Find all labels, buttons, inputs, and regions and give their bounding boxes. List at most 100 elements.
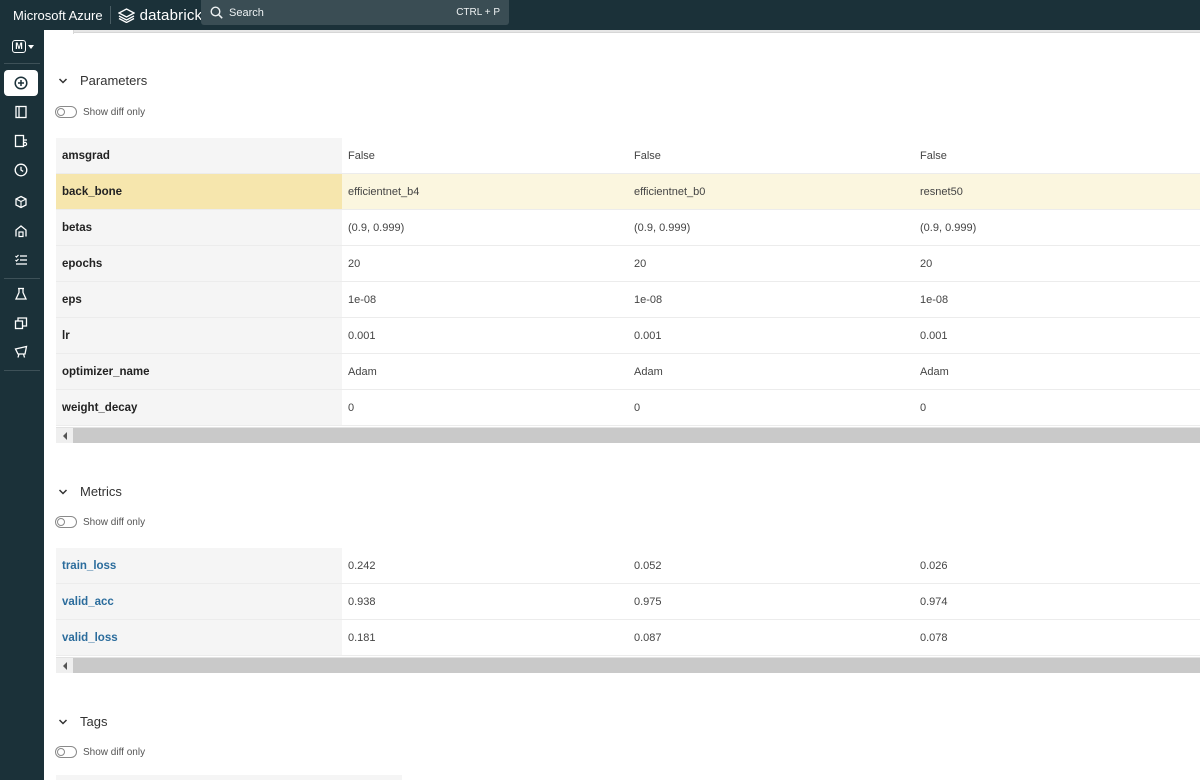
sidebar-item-data[interactable] xyxy=(4,189,38,215)
run-value-cell: 0.242 xyxy=(348,559,376,572)
main-content: Parameters Show diff only amsgrad False Fa… xyxy=(44,30,1200,780)
sidebar-item-experiments[interactable] xyxy=(4,281,38,307)
switch-knob xyxy=(57,748,65,756)
search-shortcut-hint: CTRL + P xyxy=(456,7,500,18)
sidebar-item-repos[interactable] xyxy=(4,128,38,154)
run-value-cell: resnet50 xyxy=(920,185,963,198)
tags-section-toggle[interactable]: Tags xyxy=(58,714,107,729)
metrics-horizontal-scrollbar[interactable] xyxy=(56,657,1200,673)
azure-brand-label[interactable]: Microsoft Azure xyxy=(13,8,103,23)
run-value-cell: efficientnet_b4 xyxy=(348,185,420,198)
tags-diff-label: Show diff only xyxy=(83,746,146,758)
run-value-cell: 0.001 xyxy=(634,329,662,342)
metric-key-link[interactable]: train_loss xyxy=(56,548,342,583)
arrow-left-icon xyxy=(62,431,67,440)
table-row: weight_decay 0 0 0 xyxy=(56,390,1200,426)
run-value-cell: 0 xyxy=(920,401,927,414)
run-value-cell: Adam xyxy=(920,365,949,378)
sidebar-divider xyxy=(4,63,40,64)
run-value-cell: 0.078 xyxy=(920,631,948,644)
run-value-cell: 0.026 xyxy=(920,559,948,572)
previous-table-edge xyxy=(45,30,74,34)
run-value-cell: False xyxy=(634,149,661,162)
run-value-cell: 0.974 xyxy=(920,595,948,608)
table-row: optimizer_name Adam Adam Adam xyxy=(56,354,1200,390)
metrics-title: Metrics xyxy=(80,484,122,499)
feature-store-icon xyxy=(14,317,28,330)
search-bar[interactable]: CTRL + P xyxy=(201,0,509,25)
param-key-cell: betas xyxy=(56,210,342,245)
databricks-logo[interactable]: databricks xyxy=(117,7,210,24)
table-row: eps 1e-08 1e-08 1e-08 xyxy=(56,282,1200,318)
chevron-down-icon xyxy=(28,44,34,49)
tags-diff-toggle-row[interactable]: Show diff only xyxy=(55,746,145,758)
sidebar-divider xyxy=(4,370,40,371)
plus-circle-icon xyxy=(14,76,28,90)
table-row: lr 0.001 0.001 0.001 xyxy=(56,318,1200,354)
metrics-diff-switch[interactable] xyxy=(55,516,77,528)
data-icon xyxy=(15,195,27,209)
run-value-cell: 20 xyxy=(920,257,933,270)
param-key-cell: epochs xyxy=(56,246,342,281)
sidebar-item-models[interactable] xyxy=(4,339,38,365)
sidebar-item-recents[interactable] xyxy=(4,157,38,183)
scroll-left-button[interactable] xyxy=(56,428,73,443)
notebook-icon xyxy=(15,105,27,119)
metrics-section-toggle[interactable]: Metrics xyxy=(58,484,122,499)
table-row: valid_acc 0.938 0.975 0.974 xyxy=(56,584,1200,620)
metric-key-link[interactable]: valid_acc xyxy=(56,584,342,619)
sidebar-item-new[interactable] xyxy=(4,70,38,96)
parameters-diff-switch[interactable] xyxy=(55,106,77,118)
repo-icon xyxy=(14,134,28,148)
sidebar-item-workflows[interactable] xyxy=(4,247,38,273)
parameters-diff-toggle-row[interactable]: Show diff only xyxy=(55,106,145,118)
run-value-cell: 1e-08 xyxy=(634,293,663,306)
run-value-cell: 0.087 xyxy=(634,631,662,644)
run-value-cell: Adam xyxy=(634,365,663,378)
table-row: amsgrad False False False xyxy=(56,138,1200,174)
parameters-title: Parameters xyxy=(80,73,148,88)
parameters-horizontal-scrollbar[interactable] xyxy=(56,427,1200,443)
sidebar-item-workspace[interactable] xyxy=(4,99,38,125)
metric-key-link[interactable]: valid_loss xyxy=(56,620,342,655)
parameters-diff-label: Show diff only xyxy=(83,106,146,118)
tags-table-top xyxy=(56,775,402,780)
param-key-cell: weight_decay xyxy=(56,390,342,425)
top-bar: Microsoft Azure databricks CTRL + P xyxy=(0,0,1200,30)
chevron-down-icon xyxy=(58,77,68,84)
run-value-cell: 1e-08 xyxy=(920,293,949,306)
param-key-cell: lr xyxy=(56,318,342,353)
scroll-left-button[interactable] xyxy=(56,658,73,673)
run-value-cell: 0.181 xyxy=(348,631,376,644)
table-row: epochs 20 20 20 xyxy=(56,246,1200,282)
sidebar-item-feature-store[interactable] xyxy=(4,310,38,336)
table-row: back_bone efficientnet_b4 efficientnet_b0 r… xyxy=(56,174,1200,210)
databricks-logo-icon xyxy=(117,7,135,23)
brand-divider xyxy=(109,6,111,24)
previous-table-scrollbar[interactable] xyxy=(45,30,1200,33)
run-value-cell: efficientnet_b0 xyxy=(634,185,706,198)
tags-title: Tags xyxy=(80,714,108,729)
run-value-cell: 1e-08 xyxy=(348,293,377,306)
metrics-diff-toggle-row[interactable]: Show diff only xyxy=(55,516,145,528)
run-value-cell: 0 xyxy=(634,401,641,414)
table-row: valid_loss 0.181 0.087 0.078 xyxy=(56,620,1200,656)
tags-diff-switch[interactable] xyxy=(55,746,77,758)
sidebar-item-compute[interactable] xyxy=(4,218,38,244)
run-value-cell: 20 xyxy=(348,257,361,270)
chevron-down-icon xyxy=(58,488,68,495)
run-value-cell: (0.9, 0.999) xyxy=(348,221,405,234)
workspace-avatar: M xyxy=(12,40,26,53)
arrow-left-icon xyxy=(62,661,67,670)
switch-knob xyxy=(57,108,65,116)
parameters-section-toggle[interactable]: Parameters xyxy=(58,73,147,88)
search-icon xyxy=(210,6,223,19)
run-value-cell: (0.9, 0.999) xyxy=(634,221,691,234)
run-value-cell: 0.001 xyxy=(348,329,376,342)
switch-knob xyxy=(57,518,65,526)
run-value-cell: 20 xyxy=(634,257,647,270)
search-input[interactable] xyxy=(229,6,457,19)
run-value-cell: 0.938 xyxy=(348,595,376,608)
clock-icon xyxy=(14,163,28,177)
workspace-switcher[interactable]: M xyxy=(12,40,34,53)
